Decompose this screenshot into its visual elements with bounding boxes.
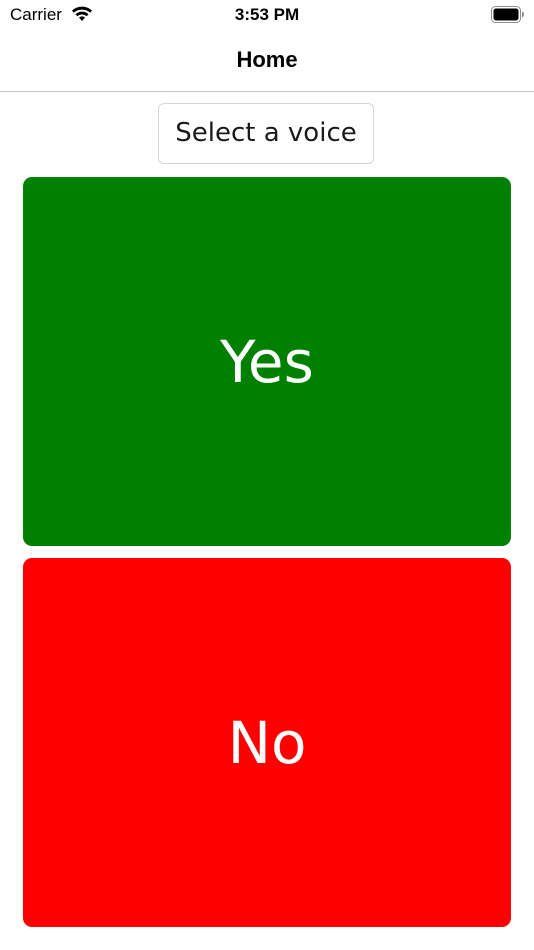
no-button[interactable]: No: [23, 558, 511, 927]
status-bar: Carrier 3:53 PM: [0, 0, 534, 32]
yes-button-label: Yes: [220, 327, 314, 396]
status-time: 3:53 PM: [234, 5, 300, 24]
navigation-bar: Home: [0, 32, 534, 92]
app-screen: Carrier 3:53 PM Home Select a voice Yes …: [0, 0, 534, 950]
battery-icon: [491, 6, 525, 23]
page-title: Home: [236, 47, 298, 72]
no-button-label: No: [227, 708, 307, 777]
voice-select-dropdown[interactable]: Select a voice: [158, 103, 374, 164]
yes-button[interactable]: Yes: [23, 177, 511, 546]
